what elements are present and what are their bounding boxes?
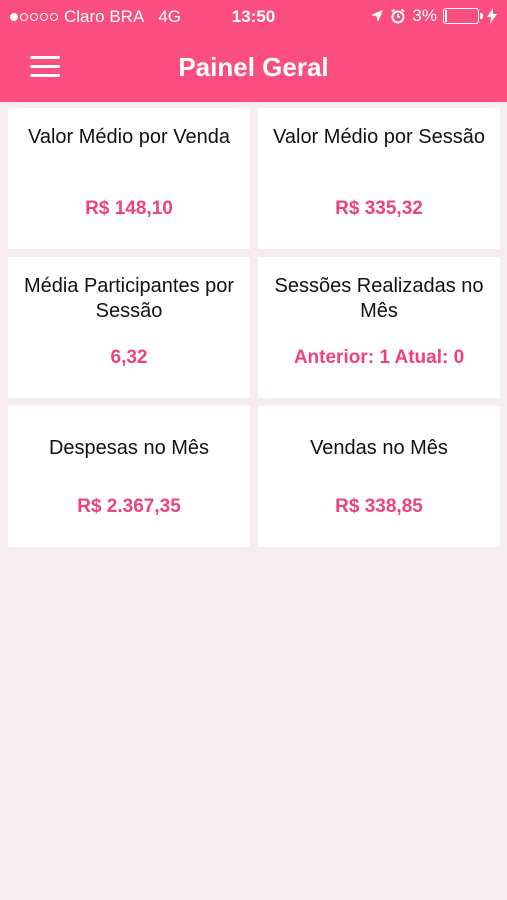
card-value: Anterior: 1 Atual: 0 bbox=[293, 347, 465, 368]
location-arrow-icon bbox=[371, 10, 384, 22]
card-value: R$ 2.367,35 bbox=[77, 496, 181, 517]
card-label: Vendas no Mês bbox=[310, 437, 448, 459]
dashboard-grid: Valor Médio por Venda R$ 148,10 Valor Mé… bbox=[8, 108, 500, 547]
charging-bolt-icon bbox=[487, 8, 497, 24]
alarm-icon bbox=[391, 8, 406, 24]
card-value: R$ 335,32 bbox=[335, 198, 423, 219]
battery-level bbox=[445, 10, 447, 22]
battery-icon bbox=[443, 8, 483, 24]
card-label: Sessões Realizadas no Mês bbox=[274, 275, 484, 322]
page-title: Painel Geral bbox=[178, 52, 329, 82]
card-valor-medio-sessao[interactable]: Valor Médio por Sessão R$ 335,32 bbox=[258, 108, 500, 249]
card-value: 6,32 bbox=[110, 347, 148, 368]
card-despesas-mes[interactable]: Despesas no Mês R$ 2.367,35 bbox=[8, 406, 250, 547]
card-label: Valor Médio por Venda bbox=[28, 126, 230, 148]
status-bar: Claro BRA 4G 13:50 3% bbox=[0, 0, 507, 34]
battery-percentage: 3% bbox=[412, 6, 437, 25]
app-header: Claro BRA 4G 13:50 3% Painel Geral bbox=[0, 0, 507, 102]
card-sessoes-realizadas[interactable]: Sessões Realizadas no Mês Anterior: 1 At… bbox=[258, 257, 500, 398]
card-media-participantes[interactable]: Média Participantes por Sessão 6,32 bbox=[8, 257, 250, 398]
card-vendas-mes[interactable]: Vendas no Mês R$ 338,85 bbox=[258, 406, 500, 547]
card-label: Média Participantes por Sessão bbox=[23, 275, 235, 322]
card-label: Valor Médio por Sessão bbox=[273, 126, 485, 148]
card-label: Despesas no Mês bbox=[48, 437, 210, 459]
card-value: R$ 338,85 bbox=[335, 496, 423, 517]
status-right: 3% bbox=[370, 6, 497, 26]
card-value: R$ 148,10 bbox=[85, 198, 173, 219]
card-valor-medio-venda[interactable]: Valor Médio por Venda R$ 148,10 bbox=[8, 108, 250, 249]
